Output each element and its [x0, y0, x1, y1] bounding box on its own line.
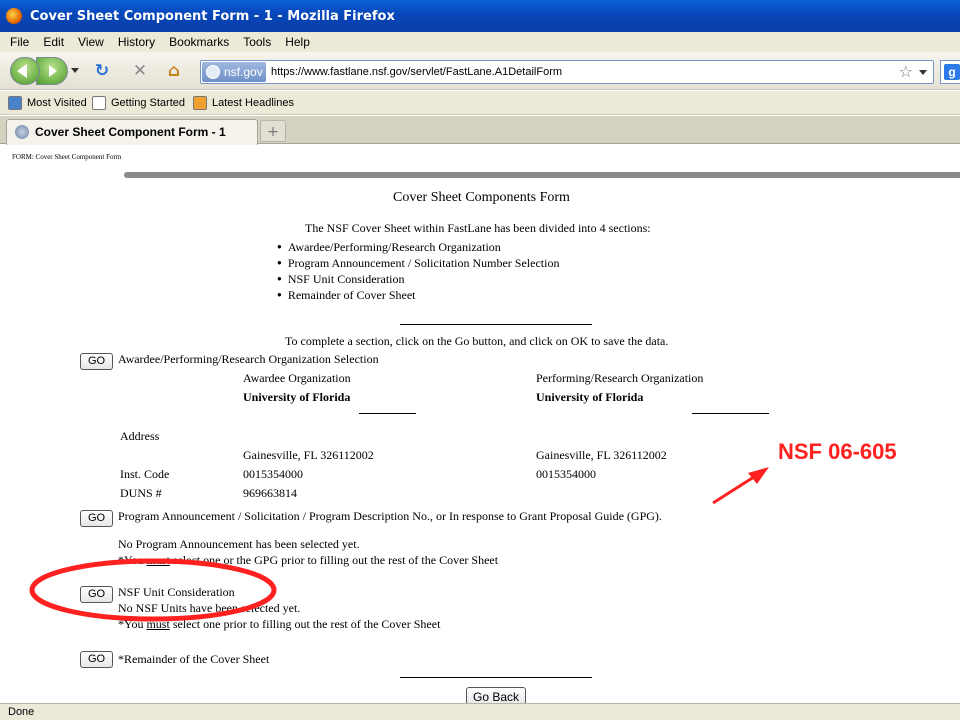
performing-name: University of Florida	[536, 390, 644, 404]
window-title: Cover Sheet Component Form - 1 - Mozilla…	[30, 8, 395, 24]
menu-file[interactable]: File	[10, 35, 29, 49]
divider	[400, 677, 592, 678]
go-button-program[interactable]: GO	[80, 510, 113, 527]
tab-bar: Cover Sheet Component Form - 1 +	[0, 116, 960, 145]
nsf-unit-note: *You must select one prior to filling ou…	[118, 617, 441, 631]
org-heading: Awardee/Performing/Research Organization…	[118, 352, 379, 366]
stop-icon[interactable]: ✕	[130, 61, 150, 81]
back-arrow-icon	[17, 64, 27, 78]
section-item: Remainder of Cover Sheet	[277, 288, 416, 303]
forward-button[interactable]	[36, 57, 68, 85]
program-status: No Program Announcement has been selecte…	[118, 537, 360, 551]
url-dropdown-icon[interactable]	[919, 70, 927, 75]
status-text: Done	[8, 706, 35, 718]
site-identity-label: nsf.gov	[224, 65, 263, 79]
section-item: NSF Unit Consideration	[277, 272, 405, 287]
globe-icon	[206, 65, 220, 79]
menu-help[interactable]: Help	[285, 35, 310, 49]
firefox-logo-icon	[6, 8, 22, 24]
title-bar: Cover Sheet Component Form - 1 - Mozilla…	[0, 0, 960, 32]
url-bar[interactable]: nsf.gov https://www.fastlane.nsf.gov/ser…	[200, 60, 934, 84]
bookmark-latest-headlines[interactable]: Latest Headlines	[193, 96, 294, 110]
instruction-text: To complete a section, click on the Go b…	[285, 334, 669, 348]
bookmarks-toolbar: Most Visited Getting Started Latest Head…	[0, 91, 960, 115]
go-button-nsf-unit[interactable]: GO	[80, 586, 113, 603]
search-box[interactable]: g	[940, 60, 960, 84]
program-heading: Program Announcement / Solicitation / Pr…	[118, 509, 662, 523]
url-text[interactable]: https://www.fastlane.nsf.gov/servlet/Fas…	[271, 66, 562, 78]
tab-cover-sheet[interactable]: Cover Sheet Component Form - 1	[6, 119, 258, 145]
annotation-arrow-line	[712, 473, 758, 505]
bookmark-getting-started[interactable]: Getting Started	[92, 96, 185, 110]
bookmark-label: Latest Headlines	[212, 97, 294, 109]
address-label: Address	[120, 429, 160, 443]
awardee-col-header: Awardee Organization	[243, 371, 351, 385]
back-button[interactable]	[10, 57, 40, 85]
go-button-remainder[interactable]: GO	[80, 651, 113, 668]
most-visited-icon	[8, 96, 22, 110]
page-icon	[92, 96, 106, 110]
nsf-unit-status: No NSF Units have been selected yet.	[118, 601, 301, 615]
history-dropdown-icon[interactable]	[71, 68, 79, 73]
divider	[400, 324, 592, 325]
menu-history[interactable]: History	[118, 35, 155, 49]
divider	[692, 413, 769, 414]
site-identity-button[interactable]: nsf.gov	[202, 62, 266, 82]
performing-city: Gainesville, FL 326112002	[536, 448, 667, 462]
menu-tools[interactable]: Tools	[243, 35, 271, 49]
menu-bookmarks[interactable]: Bookmarks	[169, 35, 229, 49]
loading-favicon-icon	[15, 125, 29, 139]
home-icon[interactable]: ⌂	[164, 61, 184, 81]
performing-inst-code: 0015354000	[536, 467, 596, 481]
awardee-name: University of Florida	[243, 390, 351, 404]
divider	[359, 413, 416, 414]
go-back-button[interactable]: Go Back	[466, 687, 526, 703]
menu-view[interactable]: View	[78, 35, 104, 49]
page-content: FORM: Cover Sheet Component Form Cover S…	[0, 145, 960, 703]
go-button-organization[interactable]: GO	[80, 353, 113, 370]
form-title: Cover Sheet Components Form	[393, 190, 570, 205]
remainder-heading: *Remainder of the Cover Sheet	[118, 652, 270, 666]
section-item: Program Announcement / Solicitation Numb…	[277, 256, 560, 271]
awardee-city: Gainesville, FL 326112002	[243, 448, 374, 462]
bookmark-label: Most Visited	[27, 97, 87, 109]
annotation-arrowhead	[748, 467, 769, 484]
duns-label: DUNS #	[120, 486, 162, 500]
inst-code-label: Inst. Code	[120, 467, 170, 481]
header-rule	[124, 172, 960, 178]
bookmark-star-icon[interactable]: ☆	[899, 62, 913, 81]
program-note: *You must select one or the GPG prior to…	[118, 553, 499, 567]
google-icon: g	[944, 64, 960, 80]
form-label: FORM: Cover Sheet Component Form	[12, 153, 122, 161]
navigation-toolbar: ↻ ✕ ⌂ nsf.gov https://www.fastlane.nsf.g…	[0, 52, 960, 90]
bookmark-most-visited[interactable]: Most Visited	[8, 96, 87, 110]
menu-edit[interactable]: Edit	[43, 35, 64, 49]
awardee-duns: 969663814	[243, 486, 297, 500]
reload-icon[interactable]: ↻	[92, 61, 112, 81]
nsf-unit-heading: NSF Unit Consideration	[118, 585, 235, 599]
menu-bar: File Edit View History Bookmarks Tools H…	[0, 32, 960, 52]
browser-window: Cover Sheet Component Form - 1 - Mozilla…	[0, 0, 960, 720]
awardee-inst-code: 0015354000	[243, 467, 303, 481]
status-bar: Done	[0, 703, 960, 720]
forward-arrow-icon	[49, 65, 57, 77]
performing-col-header: Performing/Research Organization	[536, 371, 704, 385]
intro-text: The NSF Cover Sheet within FastLane has …	[305, 221, 651, 235]
tab-title: Cover Sheet Component Form - 1	[35, 125, 226, 139]
plus-icon: +	[267, 124, 279, 140]
bookmark-label: Getting Started	[111, 97, 185, 109]
rss-feed-icon	[193, 96, 207, 110]
annotation-label: NSF 06-605	[778, 439, 897, 464]
section-item: Awardee/Performing/Research Organization	[277, 240, 501, 255]
new-tab-button[interactable]: +	[260, 120, 286, 142]
